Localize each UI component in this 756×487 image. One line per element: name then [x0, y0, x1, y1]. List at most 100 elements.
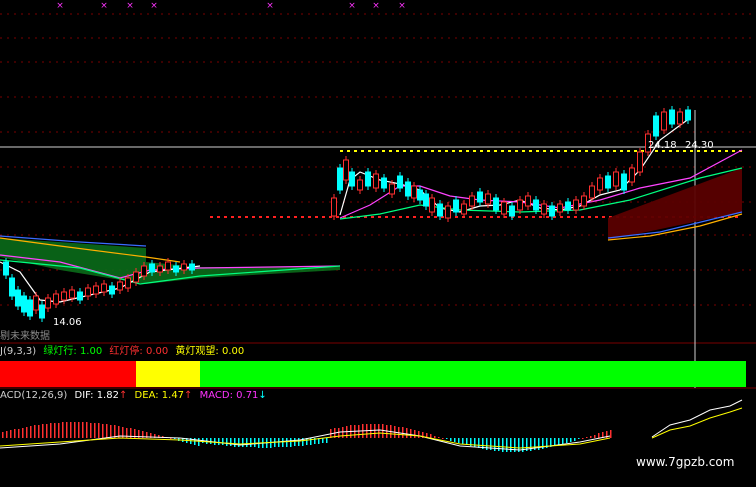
macd-histogram-bar — [582, 438, 584, 439]
macd-histogram-bar — [326, 438, 328, 443]
macd-histogram-bar — [210, 438, 212, 444]
candle-body — [33, 295, 39, 311]
macd-histogram-bar — [442, 438, 444, 439]
kdj-green-segment — [200, 361, 746, 387]
macd-histogram-bar — [454, 438, 456, 442]
candle-body — [417, 189, 423, 201]
signal-marker: × — [56, 1, 64, 11]
high-price-label-left: 24.18 — [648, 140, 677, 151]
dea-up-arrow-icon: ↑ — [184, 390, 193, 401]
macd-histogram-bar — [310, 438, 312, 445]
signal-marker: × — [266, 1, 274, 11]
macd-down-arrow-icon: ↓ — [258, 390, 267, 401]
candle-body — [685, 109, 691, 121]
macd-histogram-bar — [586, 437, 588, 438]
candle-body — [597, 177, 603, 191]
macd-histogram-bar — [254, 438, 256, 447]
stock-chart-window: × × × × × × × × 14.06 24.18 24.30 剔未来数据 J(9,3,3… — [0, 0, 756, 487]
macd-histogram-bar — [6, 431, 8, 438]
candle-body — [589, 185, 595, 199]
high-price-label-right: 24.30 — [685, 140, 714, 151]
candle-body — [461, 203, 467, 215]
watermark-text: www.7gpzb.com — [636, 455, 735, 469]
macd-value: MACD: 0.71 — [199, 390, 259, 401]
candle-body — [485, 193, 491, 205]
macd-histogram-bar — [246, 438, 248, 447]
signal-marker: × — [150, 1, 158, 11]
macd-histogram-bar — [566, 438, 568, 443]
macd-histogram-bar — [562, 438, 564, 444]
candle-body — [45, 297, 51, 309]
candle-body — [389, 183, 395, 195]
macd-histogram-bar — [50, 423, 52, 438]
macd-histogram-bar — [322, 438, 324, 443]
candle-body — [429, 197, 435, 213]
candle-body — [125, 277, 131, 289]
candle-body — [69, 289, 75, 299]
signal-marker: × — [398, 1, 406, 11]
macd-histogram-bar — [26, 427, 28, 438]
future-data-text: 未来数据 — [10, 331, 50, 342]
candle-body — [509, 205, 515, 217]
candle-body — [453, 199, 459, 213]
macd-histogram-bar — [298, 438, 300, 446]
candle-body — [27, 299, 33, 317]
candle-body — [343, 159, 349, 181]
candle-body — [109, 285, 115, 295]
macd-histogram-bar — [406, 428, 408, 438]
macd-histogram-bar — [494, 438, 496, 451]
candle-body — [53, 293, 59, 305]
macd-histogram-bar — [286, 438, 288, 447]
candle-body — [437, 203, 443, 217]
macd-histogram-bar — [414, 430, 416, 438]
macd-histogram-bar — [218, 438, 220, 445]
candle-body — [653, 115, 659, 137]
candle-body — [365, 171, 371, 187]
macd-histogram-bar — [370, 424, 372, 438]
candle-body — [157, 265, 163, 273]
macd-histogram-bar — [590, 436, 592, 438]
macd-histogram-bar — [66, 422, 68, 438]
macd-histogram-bar — [82, 422, 84, 438]
macd-histogram-bar — [558, 438, 560, 445]
macd-histogram-bar — [222, 438, 224, 445]
macd-histogram-bar — [90, 423, 92, 438]
macd-histogram-bar — [458, 438, 460, 443]
macd-histogram-bar — [42, 424, 44, 438]
candle-body — [533, 199, 539, 211]
candle-body — [165, 261, 171, 271]
macd-histogram-bar — [102, 424, 104, 438]
macd-histogram-bar — [450, 438, 452, 441]
kdj-yellow-segment — [136, 361, 200, 387]
macd-histogram-bar — [270, 438, 272, 448]
kdj-yellow-value: 黄灯观望: 0.00 — [175, 346, 245, 357]
price-chart[interactable]: × × × × × × × × — [0, 0, 756, 487]
candle-body — [39, 304, 45, 319]
candle-body — [101, 283, 107, 293]
macd-histogram-bar — [238, 438, 240, 447]
macd-histogram-bar — [402, 427, 404, 438]
macd-histogram-bar — [58, 423, 60, 438]
kdj-header: J(9,3,3) 绿灯行: 1.00 红灯停: 0.00 黄灯观望: 0.00 — [0, 346, 244, 358]
macd-histogram-bar — [54, 423, 56, 438]
candle-body — [677, 111, 683, 125]
macd-histogram-bar — [250, 438, 252, 447]
macd-histogram-bar — [70, 422, 72, 438]
candle-body — [501, 201, 507, 215]
candle-body — [493, 197, 499, 211]
dif-line-right — [651, 399, 743, 438]
macd-histogram-bar — [10, 430, 12, 438]
macd-dea-value: DEA: 1.47 — [134, 390, 185, 401]
macd-histogram-bar — [438, 437, 440, 438]
future-data-prefix: 剔 — [0, 331, 10, 342]
macd-histogram-bar — [94, 423, 96, 438]
candle-body — [541, 203, 547, 215]
macd-histogram-bar — [430, 434, 432, 438]
candle-body — [581, 195, 587, 207]
candle-body — [397, 175, 403, 189]
macd-histogram-bar — [226, 438, 228, 446]
candle-body — [565, 201, 571, 211]
macd-histogram-bar — [106, 424, 108, 438]
macd-histogram-bar — [86, 422, 88, 438]
signal-marker: × — [100, 1, 108, 11]
